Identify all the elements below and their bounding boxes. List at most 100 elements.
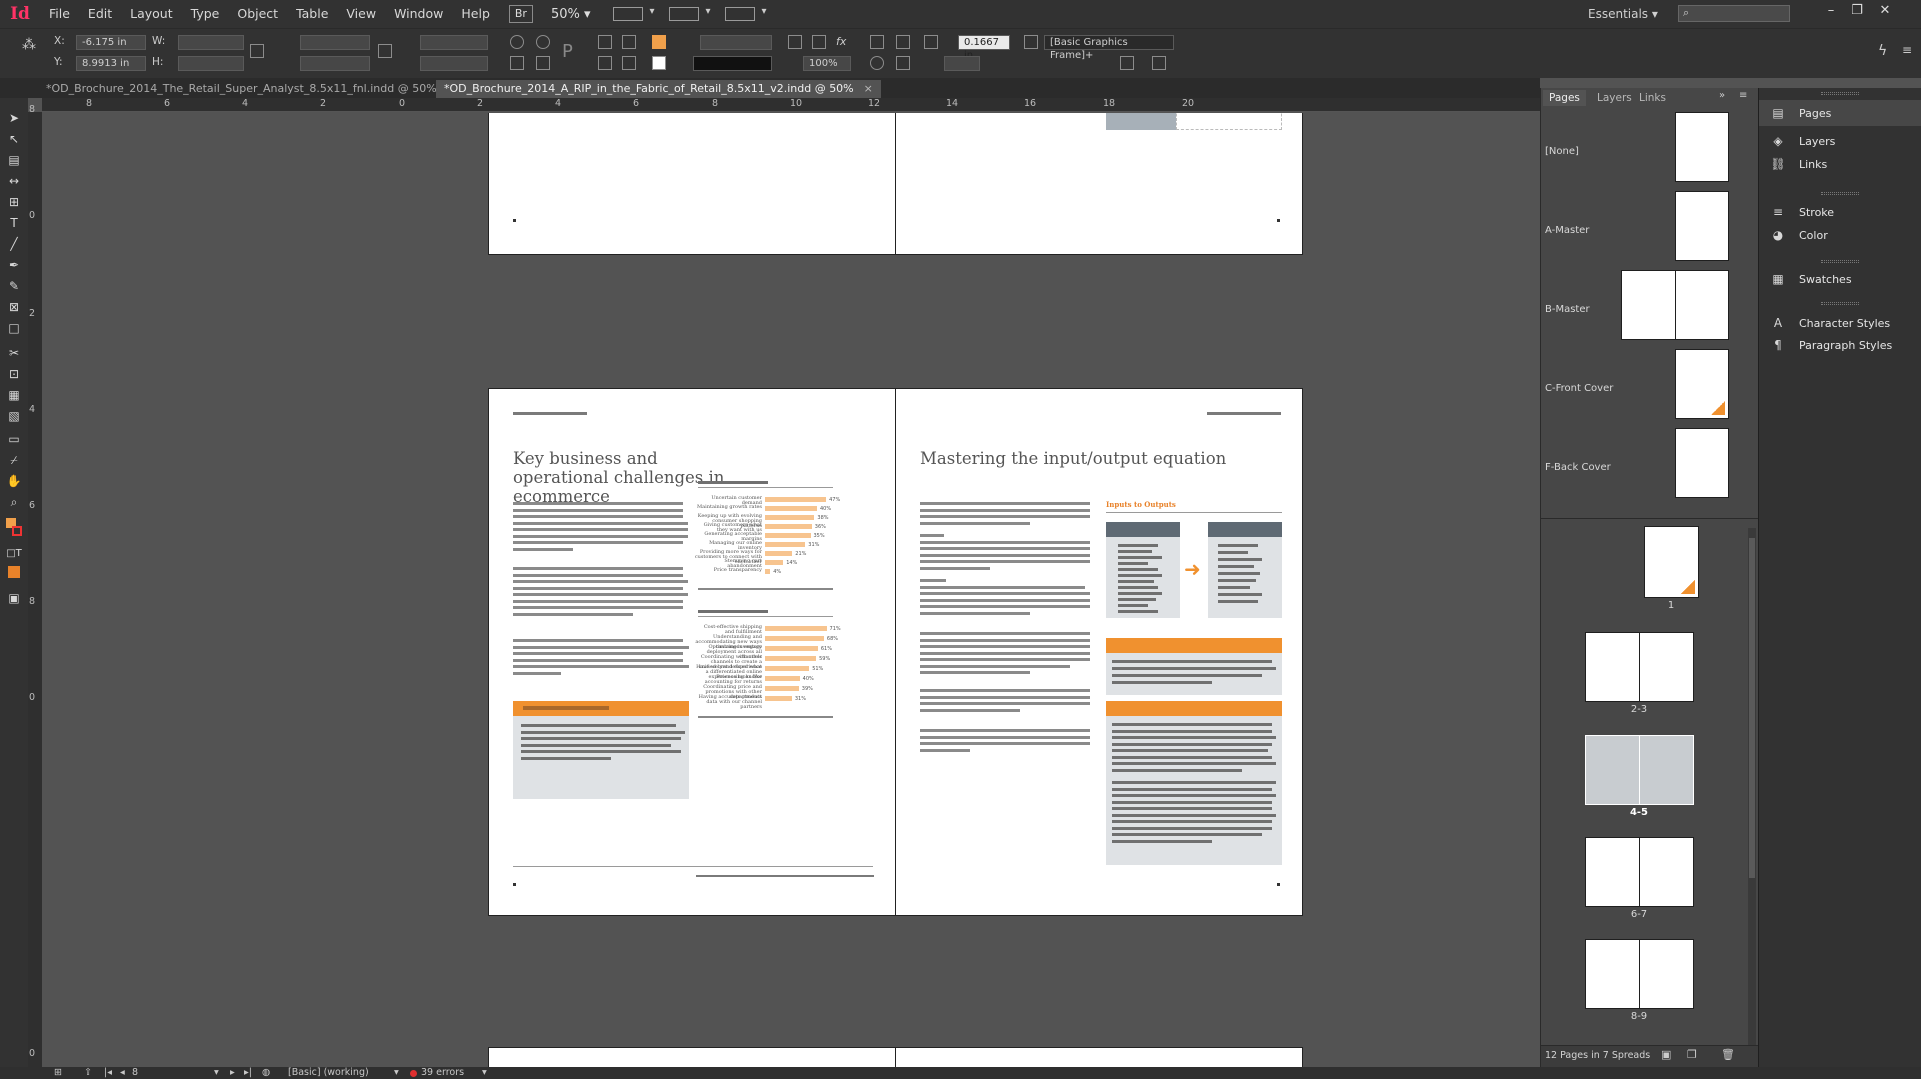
- gap-tool-icon[interactable]: ↔: [6, 173, 22, 189]
- page-9-thumbnail[interactable]: [1639, 939, 1694, 1009]
- help-search-input[interactable]: ⌕: [1678, 5, 1790, 22]
- menu-file[interactable]: File: [40, 0, 79, 28]
- select-next-icon[interactable]: [622, 56, 636, 70]
- page-8-thumbnail[interactable]: [1585, 939, 1640, 1009]
- dock-pages[interactable]: ▤ Pages: [1759, 100, 1921, 126]
- callout-box[interactable]: [1106, 701, 1282, 865]
- menu-edit[interactable]: Edit: [79, 0, 121, 28]
- master-b-right-thumbnail[interactable]: [1675, 270, 1729, 340]
- page-heading[interactable]: Mastering the input/output equation: [920, 449, 1260, 468]
- apply-color-icon[interactable]: [8, 566, 20, 578]
- inputs-box[interactable]: [1106, 522, 1180, 618]
- x-position-field[interactable]: -6.175 in: [76, 35, 146, 50]
- tab-rip-in-fabric-of-retail[interactable]: *OD_Brochure_2014_A_RIP_in_the_Fabric_of…: [436, 80, 881, 98]
- collapse-panel-icon[interactable]: »: [1719, 90, 1725, 101]
- chevron-down-icon[interactable]: ▾: [482, 1067, 487, 1078]
- dock-grip[interactable]: [1821, 260, 1859, 263]
- dock-links[interactable]: ⛓ Links: [1759, 151, 1921, 177]
- scale-y-field[interactable]: [300, 56, 370, 71]
- document-canvas[interactable]: Key business and operational challenges …: [42, 113, 1540, 1067]
- lightning-icon[interactable]: ϟ: [1878, 43, 1892, 59]
- stroke-type-dropdown[interactable]: [693, 56, 772, 71]
- content-collector-icon[interactable]: ⊞: [6, 194, 22, 210]
- page-right-top[interactable]: [895, 113, 1303, 255]
- callout-box[interactable]: [513, 701, 689, 799]
- effects-icon[interactable]: [812, 35, 826, 49]
- gradient-feather-tool-icon[interactable]: ▧: [6, 408, 22, 424]
- bridge-button[interactable]: Br: [508, 5, 533, 23]
- select-previous-icon[interactable]: [598, 56, 612, 70]
- dock-color[interactable]: ◕ Color: [1759, 222, 1921, 248]
- drop-shadow-icon[interactable]: [788, 35, 802, 49]
- menu-table[interactable]: Table: [287, 0, 337, 28]
- direct-selection-tool-icon[interactable]: ↖: [6, 131, 22, 147]
- menu-help[interactable]: Help: [452, 0, 499, 28]
- menu-object[interactable]: Object: [228, 0, 287, 28]
- previous-page-icon[interactable]: ◂: [120, 1067, 125, 1078]
- align-icon[interactable]: [896, 56, 910, 70]
- view-options-icon[interactable]: [612, 6, 655, 21]
- page-5[interactable]: Mastering the input/output equation Inpu…: [895, 388, 1303, 916]
- chevron-down-icon[interactable]: ▾: [394, 1067, 399, 1078]
- page-4[interactable]: Key business and operational challenges …: [488, 388, 896, 916]
- menu-view[interactable]: View: [337, 0, 385, 28]
- screen-mode-icon[interactable]: [668, 6, 711, 21]
- master-a-thumbnail[interactable]: [1675, 191, 1729, 261]
- selection-tool-icon[interactable]: ➤: [6, 110, 22, 126]
- rectangle-frame-tool-icon[interactable]: ⊠: [6, 299, 22, 315]
- master-a[interactable]: A-Master: [1545, 225, 1589, 236]
- master-f-thumbnail[interactable]: [1675, 428, 1729, 498]
- rotation-angle-field[interactable]: [420, 35, 488, 50]
- trash-icon[interactable]: 🗑: [1721, 1048, 1735, 1061]
- free-transform-tool-icon[interactable]: ⊡: [6, 366, 22, 382]
- note-tool-icon[interactable]: ▭: [6, 431, 22, 447]
- rotate-ccw-icon[interactable]: [536, 35, 550, 49]
- shear-angle-field[interactable]: [420, 56, 488, 71]
- panel-menu-icon[interactable]: ≡: [1739, 90, 1747, 101]
- last-page-icon[interactable]: ▸|: [244, 1067, 252, 1078]
- workspace-switcher[interactable]: Essentials ▾: [1588, 7, 1658, 21]
- menu-type[interactable]: Type: [182, 0, 229, 28]
- restore-icon[interactable]: ❐: [1846, 3, 1868, 23]
- page-2-thumbnail[interactable]: [1585, 632, 1640, 702]
- arrange-documents-icon[interactable]: [724, 6, 767, 21]
- scale-x-field[interactable]: [300, 35, 370, 50]
- constrain-scale-icon[interactable]: [378, 44, 392, 58]
- rectangle-tool-icon[interactable]: □: [6, 320, 22, 336]
- auto-fit-icon[interactable]: [870, 56, 884, 70]
- reference-point-icon[interactable]: ⁂: [22, 37, 42, 57]
- zoom-level-dropdown[interactable]: 50% ▾: [551, 7, 591, 22]
- page-4-thumbnail[interactable]: [1585, 735, 1640, 805]
- stroke-color-swatch[interactable]: [652, 56, 666, 70]
- panel-menu-icon[interactable]: ≡: [1902, 43, 1916, 57]
- scissors-tool-icon[interactable]: ✂: [6, 345, 22, 361]
- y-position-field[interactable]: 8.9913 in: [76, 56, 146, 71]
- image-frame[interactable]: [1106, 113, 1176, 130]
- dock-grip[interactable]: [1821, 92, 1859, 95]
- stroke-weight-value[interactable]: 0.1667 in: [958, 35, 1010, 61]
- fill-color-swatch[interactable]: [652, 35, 666, 49]
- outputs-box[interactable]: [1208, 522, 1282, 618]
- page-left-top[interactable]: [488, 113, 896, 255]
- master-none-thumbnail[interactable]: [1675, 112, 1729, 182]
- tab-pages[interactable]: Pages: [1543, 90, 1586, 106]
- page-1-thumbnail[interactable]: [1644, 526, 1699, 598]
- page-right-bottom[interactable]: [895, 1047, 1303, 1067]
- hand-tool-icon[interactable]: ✋: [6, 473, 22, 489]
- stroke-weight-field[interactable]: [700, 35, 772, 50]
- gradient-swatch-tool-icon[interactable]: ▦: [6, 387, 22, 403]
- constrain-proportions-icon[interactable]: [250, 44, 264, 58]
- content-fit-icon[interactable]: [1120, 56, 1134, 70]
- master-b[interactable]: B-Master: [1545, 304, 1590, 315]
- tab-links[interactable]: Links: [1633, 90, 1672, 106]
- master-c-front-cover[interactable]: C-Front Cover: [1545, 383, 1613, 394]
- master-none[interactable]: [None]: [1545, 146, 1579, 157]
- text-wrap-icon[interactable]: [870, 35, 884, 49]
- page-left-bottom[interactable]: [488, 1047, 896, 1067]
- dock-paragraph-styles[interactable]: ¶ Paragraph Styles: [1759, 332, 1921, 358]
- pages-scrollbar[interactable]: [1748, 528, 1756, 1048]
- first-page-icon[interactable]: |◂: [104, 1067, 112, 1078]
- edit-page-size-icon[interactable]: ▣: [1661, 1048, 1671, 1061]
- open-folder-icon[interactable]: ⇪: [84, 1067, 92, 1078]
- page-5-thumbnail[interactable]: [1639, 735, 1694, 805]
